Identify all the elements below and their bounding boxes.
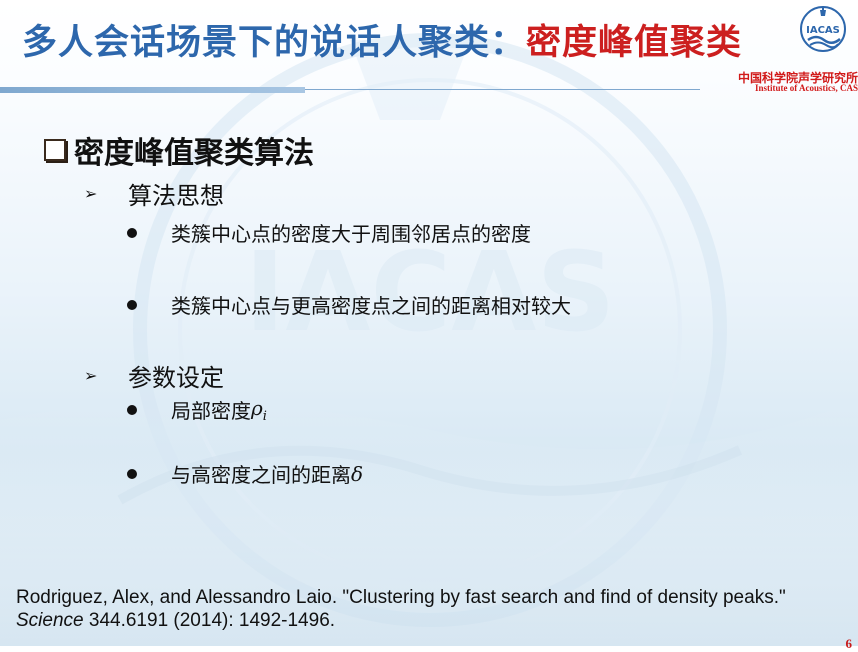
arrow-bullet-icon: ➢ bbox=[84, 366, 98, 385]
bullet-item-distance: 与高密度之间的距离 δ bbox=[127, 459, 363, 488]
list-item-label: 参数设定 bbox=[128, 364, 224, 392]
title-underline-line bbox=[305, 89, 700, 90]
background-watermark: IACAS bbox=[0, 33, 858, 646]
reference-journal: Science bbox=[16, 610, 84, 631]
section-title-text: 密度峰值聚类算法 bbox=[74, 136, 314, 171]
reference-citation: Rodriguez, Alex, and Alessandro Laio. "C… bbox=[16, 586, 846, 632]
slide-title-part2: 密度峰值聚类 bbox=[526, 23, 743, 63]
dot-bullet-icon bbox=[127, 299, 137, 310]
page-number: 6 bbox=[845, 636, 853, 651]
bullet-item-local-density: 局部密度 ρi bbox=[127, 395, 267, 424]
bullet-item: 类簇中心点与更高密度点之间的距离相对较大 bbox=[127, 290, 571, 319]
list-item-parameters: ➢ 参数设定 bbox=[84, 358, 224, 393]
list-item-algorithm-idea: ➢ 算法思想 bbox=[84, 176, 224, 211]
dot-bullet-icon bbox=[127, 227, 137, 238]
section-title: 密度峰值聚类算法 bbox=[44, 128, 314, 172]
slide-title-part1: 多人会话场景下的说话人聚类： bbox=[22, 23, 527, 63]
rho-symbol: ρi bbox=[251, 395, 267, 424]
reference-text-after: 344.6191 (2014): 1492-1496. bbox=[83, 610, 336, 631]
list-item-label: 算法思想 bbox=[128, 182, 224, 210]
title-underline-bar bbox=[0, 87, 305, 93]
slide-header: 多人会话场景下的说话人聚类：密度峰值聚类 IACAS 中国科学院声学研究所 In… bbox=[0, 0, 858, 93]
slide-title: 多人会话场景下的说话人聚类：密度峰值聚类 bbox=[22, 14, 742, 65]
arrow-bullet-icon: ➢ bbox=[84, 184, 98, 203]
reference-text-before: Rodriguez, Alex, and Alessandro Laio. "C… bbox=[16, 587, 786, 608]
institute-logo: IACAS 中国科学院声学研究所 Institute of Acoustics,… bbox=[718, 0, 858, 95]
bullet-text: 类簇中心点与更高密度点之间的距离相对较大 bbox=[171, 294, 571, 318]
dot-bullet-icon bbox=[127, 404, 137, 415]
bullet-text: 与高密度之间的距离 bbox=[171, 463, 351, 487]
delta-symbol: δ bbox=[351, 461, 364, 486]
bullet-text: 局部密度 bbox=[171, 399, 251, 423]
institute-name-en: Institute of Acoustics, CAS bbox=[754, 83, 858, 93]
logo-badge-text: IACAS bbox=[806, 25, 840, 36]
bullet-text: 类簇中心点的密度大于周围邻居点的密度 bbox=[171, 222, 531, 246]
dot-bullet-icon bbox=[127, 468, 137, 479]
bullet-item: 类簇中心点的密度大于周围邻居点的密度 bbox=[127, 218, 531, 247]
iacas-logo-icon: IACAS bbox=[800, 6, 846, 52]
checkbox-bullet-icon bbox=[44, 139, 66, 161]
